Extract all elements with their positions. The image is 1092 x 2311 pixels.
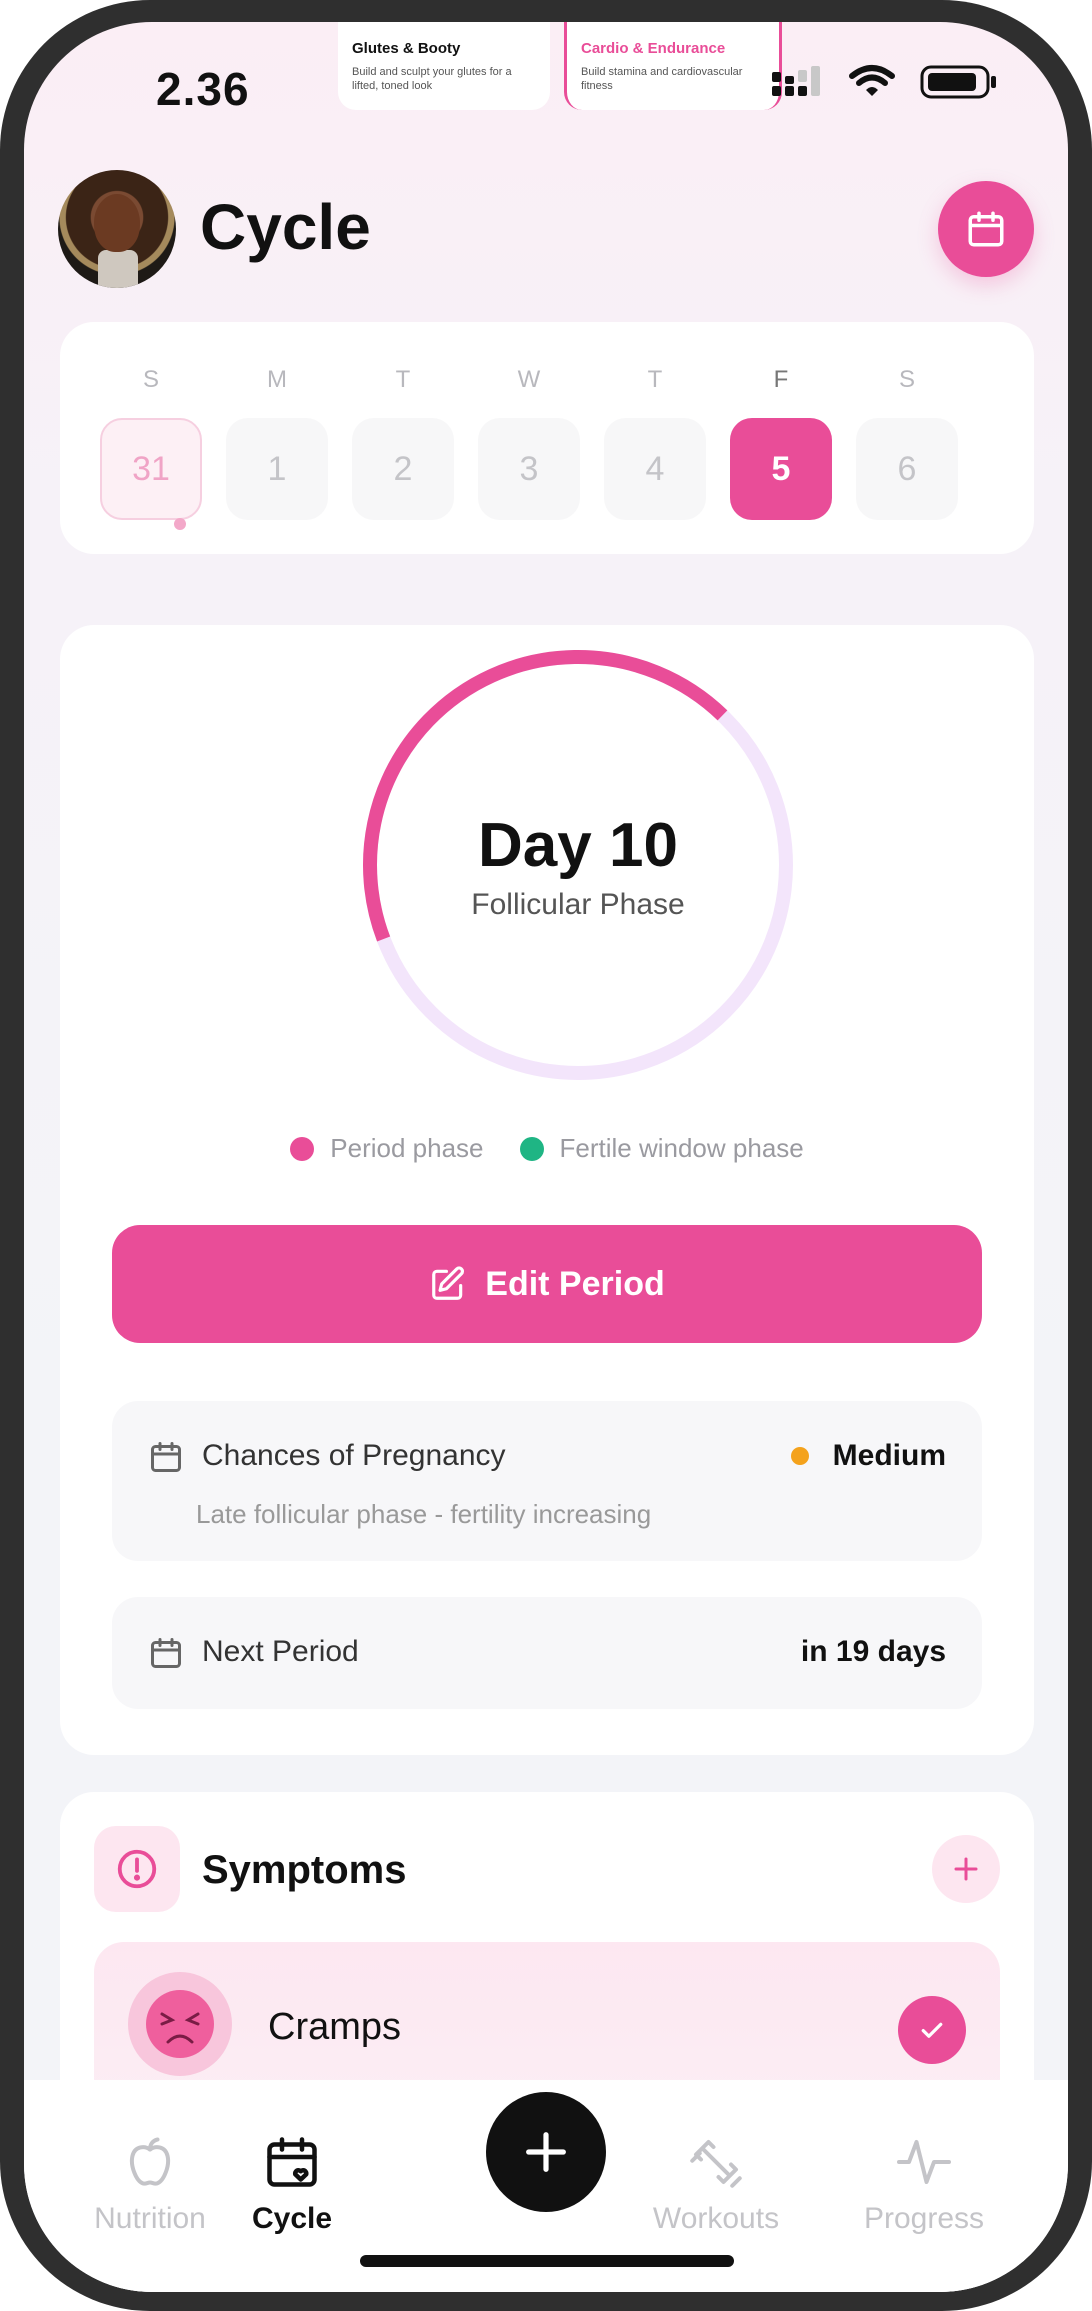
calendar-icon (151, 1638, 181, 1668)
next-period-row[interactable]: Next Period in 19 days (112, 1597, 982, 1709)
weekday-label: T (395, 366, 411, 393)
cycle-card: Day 10 Follicular Phase Period phase Fer… (60, 625, 1034, 1755)
calendar-heart-icon (267, 2137, 317, 2187)
weekday-label: F (773, 366, 789, 393)
weekday-label: M (267, 366, 287, 393)
calendar-button[interactable] (938, 181, 1034, 277)
nav-item-progress[interactable]: Progress (834, 2132, 1014, 2236)
legend-item-fertile: Fertile window phase (519, 1133, 804, 1164)
plus-icon (954, 1857, 978, 1881)
calendar-icon (968, 211, 1004, 247)
edit-period-label: Edit Period (485, 1264, 665, 1303)
checkmark-icon (921, 2022, 943, 2038)
apple-icon (129, 2137, 171, 2186)
alert-icon (94, 1826, 180, 1912)
peek-card-title: Cardio & Endurance (581, 40, 726, 57)
nav-item-workouts[interactable]: Workouts (626, 2132, 806, 2236)
status-icons (770, 64, 998, 100)
today-indicator-dot (174, 518, 186, 530)
next-period-value: in 19 days (800, 1635, 946, 1668)
wifi-icon (849, 65, 895, 96)
date-cell[interactable]: 6 (856, 418, 958, 520)
next-period-label: Next Period (202, 1635, 359, 1668)
date-cell[interactable]: 2 (352, 418, 454, 520)
peek-card-subtitle: Build stamina and cardiovascular fitness (581, 66, 743, 92)
workout-peek: Glutes & Booty Build and sculpt your glu… (338, 22, 782, 110)
symptom-checked-toggle[interactable] (898, 1996, 966, 2064)
weekday-label: T (647, 366, 663, 393)
week-strip: S M T W T F S 31 1 2 3 4 5 6 (60, 322, 1034, 554)
edit-period-button[interactable]: Edit Period (112, 1225, 982, 1343)
cycle-phase-label: Follicular Phase (471, 888, 685, 921)
calendar-icon (151, 1442, 181, 1472)
pregnancy-value-text: Medium (832, 1439, 946, 1472)
cycle-day-label: Day 10 (478, 811, 678, 880)
symptoms-title: Symptoms (202, 1848, 407, 1892)
weekday-label: S (142, 366, 159, 393)
pregnancy-value: Medium (790, 1439, 946, 1473)
peek-card-cardio[interactable]: Cardio & Endurance Build stamina and car… (564, 22, 782, 110)
pain-face-icon (128, 1972, 232, 2076)
nav-label: Progress (863, 2202, 985, 2235)
date-cell[interactable]: 3 (478, 418, 580, 520)
legend-label: Period phase (330, 1133, 484, 1163)
legend-dot (290, 1136, 315, 1161)
pregnancy-chance-row[interactable]: Chances of Pregnancy Medium Late follicu… (112, 1401, 982, 1561)
peek-card-subtitle: Build and sculpt your glutes for a lifte… (352, 66, 512, 92)
home-indicator[interactable] (360, 2255, 734, 2267)
nav-label: Workouts (652, 2202, 780, 2235)
date-cell-selected[interactable]: 5 (730, 418, 832, 520)
add-button[interactable] (486, 2092, 606, 2212)
phase-legend: Period phase Fertile window phase (60, 1133, 1034, 1164)
peek-card-title: Glutes & Booty (352, 40, 461, 57)
edit-icon (432, 1266, 465, 1300)
legend-item-period: Period phase (290, 1133, 484, 1164)
signal-icon (772, 66, 820, 96)
add-symptom-button[interactable] (932, 1835, 1000, 1903)
plus-icon (526, 2132, 566, 2172)
nav-label: Cycle (251, 2202, 333, 2235)
pregnancy-label: Chances of Pregnancy (202, 1439, 506, 1472)
weekday-label: S (898, 366, 915, 393)
peek-card-glutes[interactable]: Glutes & Booty Build and sculpt your glu… (338, 22, 550, 110)
nav-label: Nutrition (94, 2202, 206, 2235)
status-time: 2.36 (156, 63, 250, 115)
activity-icon (897, 2140, 951, 2184)
page-title: Cycle (200, 191, 371, 263)
symptom-label: Cramps (268, 2006, 402, 2048)
avatar[interactable] (58, 170, 176, 288)
nav-item-cycle[interactable]: Cycle (202, 2132, 382, 2236)
legend-label: Fertile window phase (559, 1133, 804, 1163)
legend-dot (519, 1136, 544, 1161)
status-dot (790, 1447, 809, 1465)
date-cell[interactable]: 4 (604, 418, 706, 520)
dumbbell-icon (690, 2140, 742, 2188)
weekday-label: W (517, 366, 541, 393)
date-cell[interactable]: 1 (226, 418, 328, 520)
pregnancy-note: Late follicular phase - fertility increa… (196, 1499, 652, 1529)
battery-icon (920, 65, 996, 99)
date-cell-today[interactable]: 31 (100, 418, 202, 520)
screen: Glutes & Booty Build and sculpt your glu… (24, 22, 1068, 2292)
